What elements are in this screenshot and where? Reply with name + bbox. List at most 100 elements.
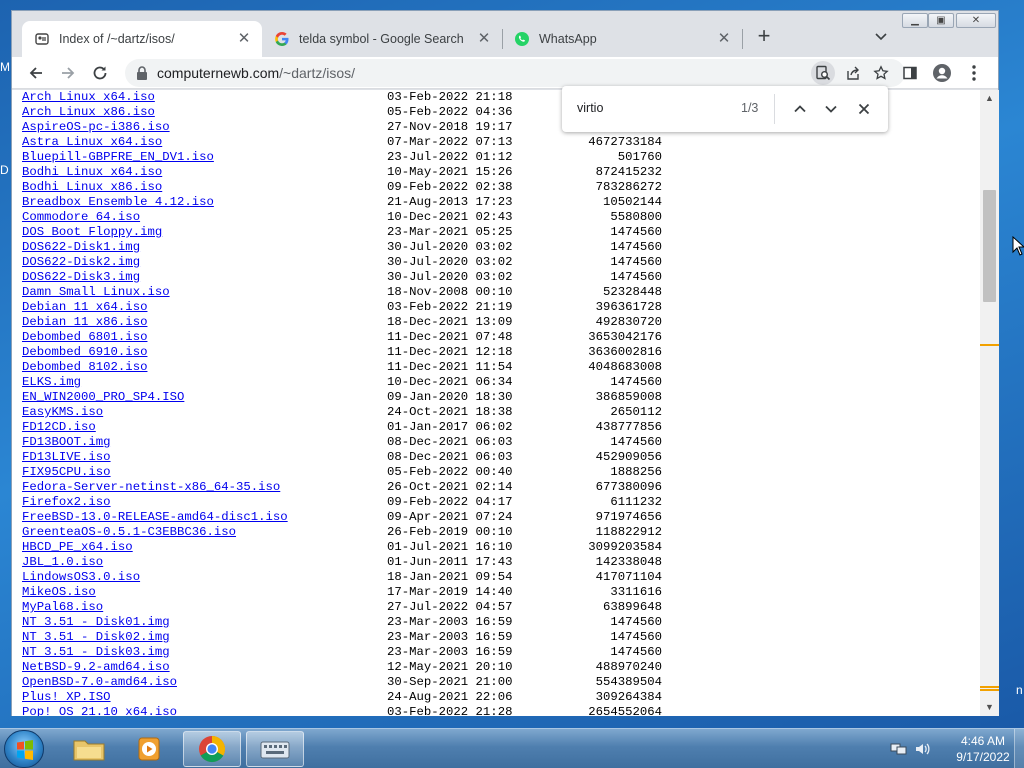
more-menu-icon[interactable] [962, 61, 986, 85]
file-link[interactable]: GreenteaOS-0.5.1-C3EBBC36.iso [22, 525, 236, 540]
file-link[interactable]: FD13LIVE.iso [22, 450, 111, 465]
file-link[interactable]: Pop! OS 21.10 x64.iso [22, 705, 177, 716]
reload-icon[interactable] [88, 61, 112, 85]
url-host: computernewb.com [157, 65, 280, 81]
scroll-up-arrow-icon[interactable]: ▲ [980, 90, 999, 107]
close-tab-icon[interactable]: ✕ [476, 31, 492, 47]
file-link[interactable]: JBL_1.0.iso [22, 555, 103, 570]
address-bar[interactable]: computernewb.com/~dartz/isos/ [125, 59, 905, 87]
taskbar-chrome-button[interactable] [183, 731, 241, 767]
tab-search-chevron-icon[interactable] [872, 27, 890, 45]
network-icon[interactable] [890, 741, 908, 762]
file-link[interactable]: LindowsOS3.0.iso [22, 570, 140, 585]
file-link[interactable]: DOS622-Disk3.img [22, 270, 140, 285]
file-size: 452909056 [595, 450, 662, 464]
file-size: 1474560 [610, 240, 662, 254]
tab-title: Index of /~dartz/isos/ [59, 32, 175, 46]
tab-whatsapp[interactable]: WhatsApp ✕ [502, 21, 742, 57]
file-link[interactable]: FreeBSD-13.0-RELEASE-amd64-disc1.iso [22, 510, 288, 525]
clock-time[interactable]: 4:46 AM [948, 734, 1018, 748]
file-link[interactable]: OpenBSD-7.0-amd64.iso [22, 675, 177, 690]
vertical-scrollbar[interactable]: ▲ ▼ [980, 90, 999, 716]
taskbar-onscreen-keyboard-button[interactable] [246, 731, 304, 767]
show-desktop-button[interactable] [1014, 729, 1024, 768]
file-date: 09-Jan-2020 18:30 [387, 390, 513, 404]
file-link[interactable]: NT 3.51 - Disk01.img [22, 615, 170, 630]
scroll-down-arrow-icon[interactable]: ▼ [980, 699, 999, 716]
share-icon[interactable] [841, 61, 865, 85]
minimize-button[interactable]: ▁ [902, 13, 928, 28]
tab-index-of-isos[interactable]: Index of /~dartz/isos/ ✕ [22, 21, 262, 57]
tab-google-search[interactable]: telda symbol - Google Search ✕ [262, 21, 502, 57]
find-input[interactable]: virtio [577, 101, 603, 115]
file-link[interactable]: FD12CD.iso [22, 420, 96, 435]
file-link[interactable]: Breadbox Ensemble 4.12.iso [22, 195, 214, 210]
file-date: 09-Feb-2022 02:38 [387, 180, 513, 194]
file-link[interactable]: ELKS.img [22, 375, 81, 390]
new-tab-button[interactable]: + [752, 25, 776, 49]
file-link[interactable]: Fedora-Server-netinst-x86_64-35.iso [22, 480, 280, 495]
scroll-thumb[interactable] [983, 190, 996, 302]
file-link[interactable]: Plus! XP.ISO [22, 690, 111, 705]
file-date: 26-Feb-2019 00:10 [387, 525, 513, 539]
file-size: 2654552064 [588, 705, 662, 716]
file-size: 1474560 [610, 255, 662, 269]
file-size: 5580800 [610, 210, 662, 224]
bookmark-star-icon[interactable] [869, 61, 893, 85]
lock-icon[interactable] [135, 65, 151, 81]
file-link[interactable]: MikeOS.iso [22, 585, 96, 600]
find-in-page-icon[interactable] [811, 61, 835, 85]
chrome-icon [199, 735, 226, 763]
profile-avatar-icon[interactable] [930, 61, 954, 85]
file-link[interactable]: FIX95CPU.iso [22, 465, 111, 480]
file-link[interactable]: AspireOS-pc-i386.iso [22, 120, 170, 135]
file-link[interactable]: DOS Boot Floppy.img [22, 225, 162, 240]
close-tab-icon[interactable]: ✕ [236, 31, 252, 47]
file-link[interactable]: MyPal68.iso [22, 600, 103, 615]
file-link[interactable]: Damn Small Linux.iso [22, 285, 170, 300]
find-next-chevron-down-icon[interactable] [820, 98, 842, 120]
google-icon [274, 31, 290, 47]
file-link[interactable]: EasyKMS.iso [22, 405, 103, 420]
find-bar: virtio 1/3 [562, 86, 888, 132]
file-link[interactable]: Arch Linux x86.iso [22, 105, 155, 120]
forward-arrow-icon[interactable] [56, 61, 80, 85]
file-date: 09-Feb-2022 04:17 [387, 495, 513, 509]
clock-date[interactable]: 9/17/2022 [948, 750, 1018, 764]
file-link[interactable]: NT 3.51 - Disk03.img [22, 645, 170, 660]
file-link[interactable]: Debian 11 x86.iso [22, 315, 147, 330]
file-link[interactable]: Firefox2.iso [22, 495, 111, 510]
taskbar-explorer-button[interactable] [60, 731, 118, 767]
volume-icon[interactable] [914, 741, 932, 762]
url-path: /~dartz/isos/ [279, 65, 356, 81]
maximize-button[interactable]: ▣ [928, 13, 954, 28]
find-previous-chevron-up-icon[interactable] [789, 98, 811, 120]
file-link[interactable]: DOS622-Disk2.img [22, 255, 140, 270]
find-close-icon[interactable] [853, 98, 875, 120]
file-link[interactable]: Arch Linux x64.iso [22, 90, 155, 105]
file-link[interactable]: Commodore 64.iso [22, 210, 140, 225]
close-window-button[interactable]: ✕ [956, 13, 996, 28]
file-link[interactable]: Astra Linux x64.iso [22, 135, 162, 150]
file-link[interactable]: Bluepill-GBPFRE_EN_DV1.iso [22, 150, 214, 165]
file-link[interactable]: Bodhi Linux x64.iso [22, 165, 162, 180]
file-link[interactable]: Bodhi Linux x86.iso [22, 180, 162, 195]
file-link[interactable]: NetBSD-9.2-amd64.iso [22, 660, 170, 675]
file-link[interactable]: EN_WIN2000_PRO_SP4.ISO [22, 390, 184, 405]
start-button[interactable] [4, 730, 44, 768]
side-panel-icon[interactable] [898, 61, 922, 85]
file-link[interactable]: Debombed 6801.iso [22, 330, 147, 345]
close-tab-icon[interactable]: ✕ [716, 31, 732, 47]
file-link[interactable]: Debian 11 x64.iso [22, 300, 147, 315]
file-link[interactable]: DOS622-Disk1.img [22, 240, 140, 255]
file-date: 01-Jul-2021 16:10 [387, 540, 513, 554]
file-size: 677380096 [595, 480, 662, 494]
file-link[interactable]: FD13BOOT.img [22, 435, 111, 450]
file-link[interactable]: Debombed 8102.iso [22, 360, 147, 375]
file-link[interactable]: Debombed 6910.iso [22, 345, 147, 360]
back-arrow-icon[interactable] [24, 61, 48, 85]
file-link[interactable]: NT 3.51 - Disk02.img [22, 630, 170, 645]
taskbar-media-player-button[interactable] [120, 731, 178, 767]
file-link[interactable]: HBCD_PE_x64.iso [22, 540, 133, 555]
tab-title: telda symbol - Google Search [299, 32, 464, 46]
